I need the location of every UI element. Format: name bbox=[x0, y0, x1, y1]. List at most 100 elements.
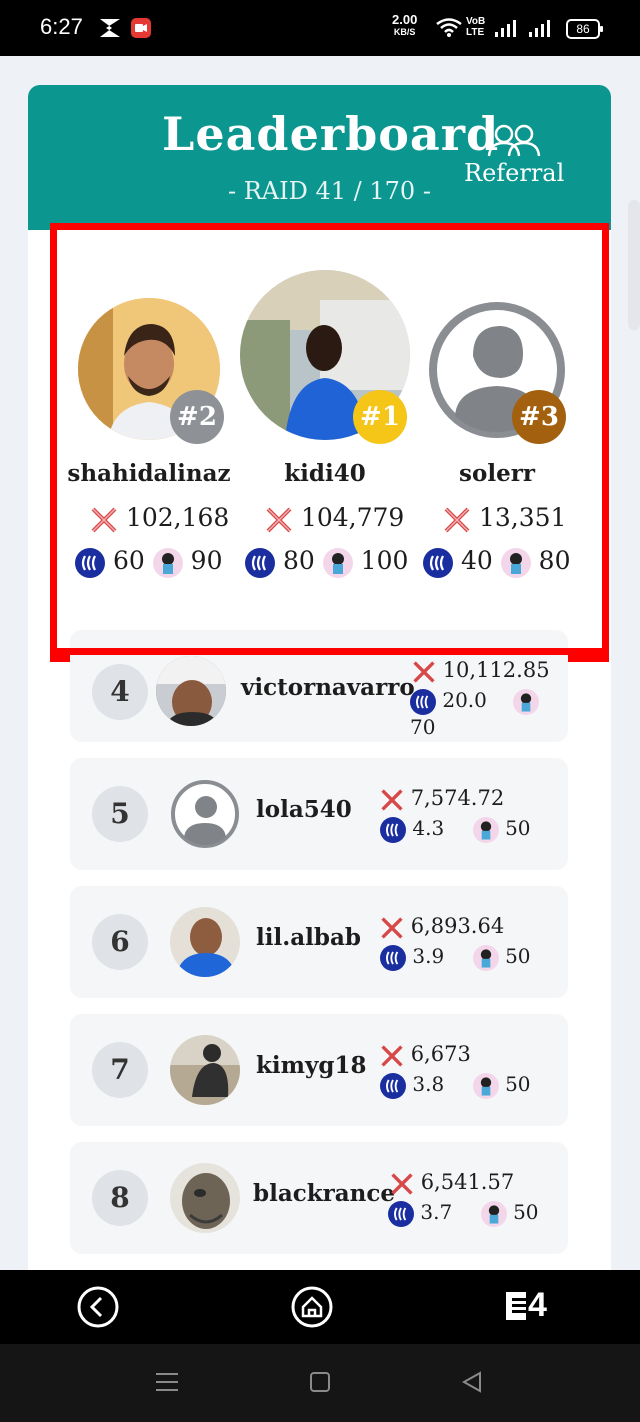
rank-number: 4 bbox=[92, 664, 148, 720]
swords-icon bbox=[413, 660, 435, 683]
mini-value: 80 bbox=[538, 546, 571, 575]
podium-rewards-1: 80 100 bbox=[245, 546, 408, 578]
home-icon[interactable] bbox=[290, 1285, 334, 1329]
row-score: 6,541.57 bbox=[390, 1170, 514, 1196]
swords-icon bbox=[444, 507, 470, 532]
users-icon bbox=[487, 124, 541, 157]
rank-badge-1: #1 bbox=[353, 390, 407, 444]
mini-character-icon bbox=[152, 547, 183, 578]
steem-icon bbox=[380, 816, 406, 843]
user-name[interactable]: lola540 bbox=[256, 796, 352, 823]
row-rewards: 4.3 50 bbox=[380, 816, 531, 843]
mini-character-icon bbox=[472, 944, 499, 971]
score-value: 10,112.85 bbox=[442, 658, 550, 682]
row-rewards: 3.7 50 bbox=[388, 1200, 539, 1227]
steem-value: 3.8 bbox=[412, 1072, 445, 1096]
score-value: 6,673 bbox=[410, 1042, 471, 1066]
signal-icon-1 bbox=[495, 20, 516, 37]
mini-value: 70 bbox=[410, 714, 436, 739]
wifi-icon bbox=[436, 18, 462, 37]
user-name[interactable]: blackrance bbox=[253, 1180, 395, 1207]
podium-rewards-3: 40 80 bbox=[423, 546, 570, 578]
avatar bbox=[170, 907, 240, 977]
table-row[interactable]: 8 blackrance 6,541.57 3.7 50 bbox=[70, 1142, 568, 1254]
mini-value: 90 bbox=[190, 546, 223, 575]
row-score: 7,574.72 bbox=[380, 786, 504, 812]
battery-icon: 86 bbox=[566, 19, 603, 39]
volte-bottom: LTE bbox=[466, 27, 485, 38]
app-bottom-nav: 4 bbox=[0, 1270, 640, 1344]
podium-score-3: 13,351 bbox=[443, 503, 566, 534]
net-speed-unit: KB/S bbox=[393, 27, 416, 37]
table-row[interactable]: 6 lil.albab 6,893.64 3.9 50 bbox=[70, 886, 568, 998]
rank-number: 7 bbox=[92, 1042, 148, 1098]
menu-icon[interactable] bbox=[155, 1371, 179, 1393]
mini-character-icon bbox=[472, 1072, 499, 1099]
system-nav-bar bbox=[0, 1344, 640, 1422]
score-value: 6,541.57 bbox=[420, 1170, 515, 1194]
swords-icon bbox=[381, 1044, 403, 1067]
rank-badge-3: #3 bbox=[512, 390, 566, 444]
row-rewards: 20.0 70 bbox=[410, 688, 568, 739]
app-logo[interactable]: 4 bbox=[504, 1286, 547, 1325]
rank-number: 6 bbox=[92, 914, 148, 970]
net-speed-value: 2.00 bbox=[392, 12, 418, 27]
steem-value: 20.0 bbox=[442, 688, 487, 712]
back-triangle-icon[interactable] bbox=[460, 1371, 484, 1393]
podium-name-2[interactable]: shahidalinaz bbox=[59, 460, 239, 487]
mini-character-icon bbox=[322, 547, 353, 578]
podium-score-2: 102,168 bbox=[90, 503, 229, 534]
steem-icon bbox=[380, 944, 406, 971]
logo-icon bbox=[506, 1292, 526, 1320]
table-row[interactable]: 7 kimyg18 6,673 3.8 50 bbox=[70, 1014, 568, 1126]
scrollbar[interactable] bbox=[628, 200, 640, 330]
avatar bbox=[156, 656, 226, 726]
avatar bbox=[170, 1035, 240, 1105]
default-user-icon bbox=[171, 780, 239, 848]
volte-icon: VoB LTE bbox=[466, 16, 485, 38]
podium-name-1[interactable]: kidi40 bbox=[235, 460, 415, 487]
rank-number: 8 bbox=[92, 1170, 148, 1226]
mini-value: 50 bbox=[505, 944, 531, 968]
user-name[interactable]: kimyg18 bbox=[256, 1052, 366, 1079]
steem-icon bbox=[410, 688, 436, 715]
table-row[interactable]: 5 lola540 7,574.72 4.3 50 bbox=[70, 758, 568, 870]
swords-icon bbox=[91, 507, 117, 532]
app-notification-icon bbox=[100, 19, 120, 37]
score-value: 104,779 bbox=[300, 503, 405, 532]
row-score: 6,893.64 bbox=[380, 914, 504, 940]
avatar bbox=[170, 779, 240, 849]
podium-rewards-2: 60 90 bbox=[75, 546, 222, 578]
referral-button[interactable]: Referral bbox=[464, 123, 564, 187]
rank-number: 5 bbox=[92, 786, 148, 842]
back-icon[interactable] bbox=[76, 1285, 120, 1329]
steem-value: 3.9 bbox=[412, 944, 445, 968]
signal-icon-2 bbox=[529, 20, 550, 37]
leaderboard-header: Leaderboard - RAID 41 / 170 - Referral bbox=[28, 85, 611, 230]
swords-icon bbox=[266, 507, 292, 532]
row-score: 10,112.85 bbox=[412, 658, 550, 684]
user-name[interactable]: victornavarro bbox=[241, 674, 415, 701]
square-home-icon[interactable] bbox=[309, 1371, 331, 1393]
steem-value: 80 bbox=[282, 546, 315, 575]
steem-value: 4.3 bbox=[412, 816, 445, 840]
steem-icon bbox=[423, 547, 453, 578]
score-value: 7,574.72 bbox=[410, 786, 505, 810]
table-row[interactable]: 4 victornavarro 10,112.85 20.0 70 bbox=[70, 630, 568, 742]
mini-character-icon bbox=[472, 816, 499, 843]
page-title: Leaderboard bbox=[162, 107, 500, 161]
row-rewards: 3.9 50 bbox=[380, 944, 531, 971]
swords-icon bbox=[381, 916, 403, 939]
row-rewards: 3.8 50 bbox=[380, 1072, 531, 1099]
user-name[interactable]: lil.albab bbox=[256, 924, 361, 951]
podium-name-3[interactable]: solerr bbox=[407, 460, 587, 487]
steem-icon bbox=[75, 547, 105, 578]
mini-value: 50 bbox=[505, 816, 531, 840]
podium-score-1: 104,779 bbox=[265, 503, 404, 534]
logo-text: 4 bbox=[528, 1286, 547, 1324]
mini-value: 50 bbox=[505, 1072, 531, 1096]
mini-character-icon bbox=[500, 547, 531, 578]
steem-value: 3.7 bbox=[420, 1200, 453, 1224]
status-time: 6:27 bbox=[40, 14, 83, 39]
mini-character-icon bbox=[512, 688, 539, 715]
